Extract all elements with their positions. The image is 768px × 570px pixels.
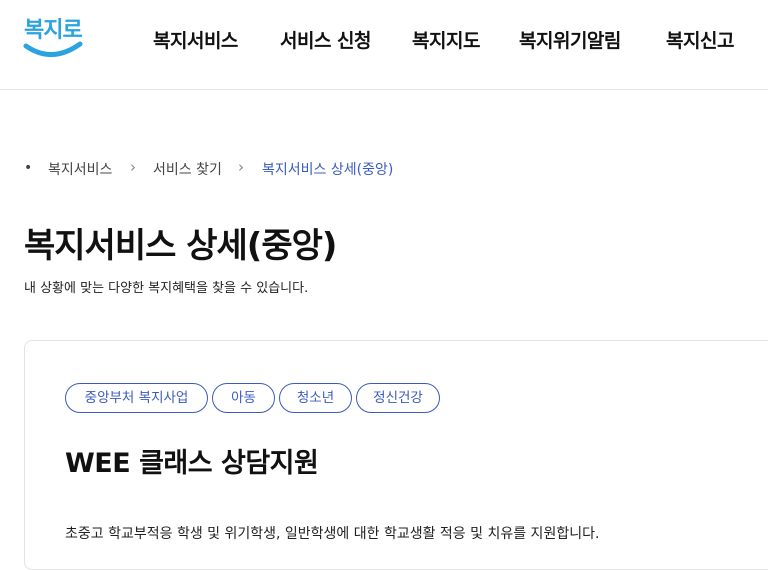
nav-welfare-report[interactable]: 복지신고 [666, 26, 734, 53]
nav-welfare-map[interactable]: 복지지도 [412, 26, 480, 53]
breadcrumb: • 복지서비스 › 서비스 찾기 › 복지서비스 상세(중앙) [24, 158, 764, 180]
main-nav: 복지서비스 서비스 신청 복지지도 복지위기알림 복지신고 [0, 26, 768, 54]
service-title: WEE 클래스 상담지원 [65, 448, 319, 479]
service-card: 중앙부처 복지사업 아동 청소년 정신건강 WEE 클래스 상담지원 초중고 학… [24, 340, 768, 570]
service-description: 초중고 학교부적응 학생 및 위기학생, 일반학생에 대한 학교생활 적응 및 … [65, 526, 600, 542]
tag-child[interactable]: 아동 [212, 383, 275, 413]
breadcrumb-bullet-icon: • [24, 160, 33, 176]
breadcrumb-item-welfare[interactable]: 복지서비스 [48, 159, 112, 179]
site-header: 복지로 복지서비스 서비스 신청 복지지도 복지위기알림 복지신고 [0, 0, 768, 90]
chevron-right-icon: › [238, 158, 244, 176]
tag-mental-health[interactable]: 정신건강 [356, 383, 440, 413]
tag-central-ministry[interactable]: 중앙부처 복지사업 [65, 383, 208, 413]
breadcrumb-item-current[interactable]: 복지서비스 상세(중앙) [262, 159, 393, 179]
breadcrumb-item-search[interactable]: 서비스 찾기 [153, 159, 222, 179]
page-title: 복지서비스 상세(중앙) [24, 226, 337, 266]
chevron-right-icon: › [130, 158, 136, 176]
tag-youth[interactable]: 청소년 [279, 383, 352, 413]
nav-crisis-alert[interactable]: 복지위기알림 [519, 26, 621, 53]
nav-welfare-service[interactable]: 복지서비스 [153, 26, 238, 53]
page-description: 내 상황에 맞는 다양한 복지혜택을 찾을 수 있습니다. [24, 281, 309, 296]
nav-service-apply[interactable]: 서비스 신청 [280, 26, 372, 53]
